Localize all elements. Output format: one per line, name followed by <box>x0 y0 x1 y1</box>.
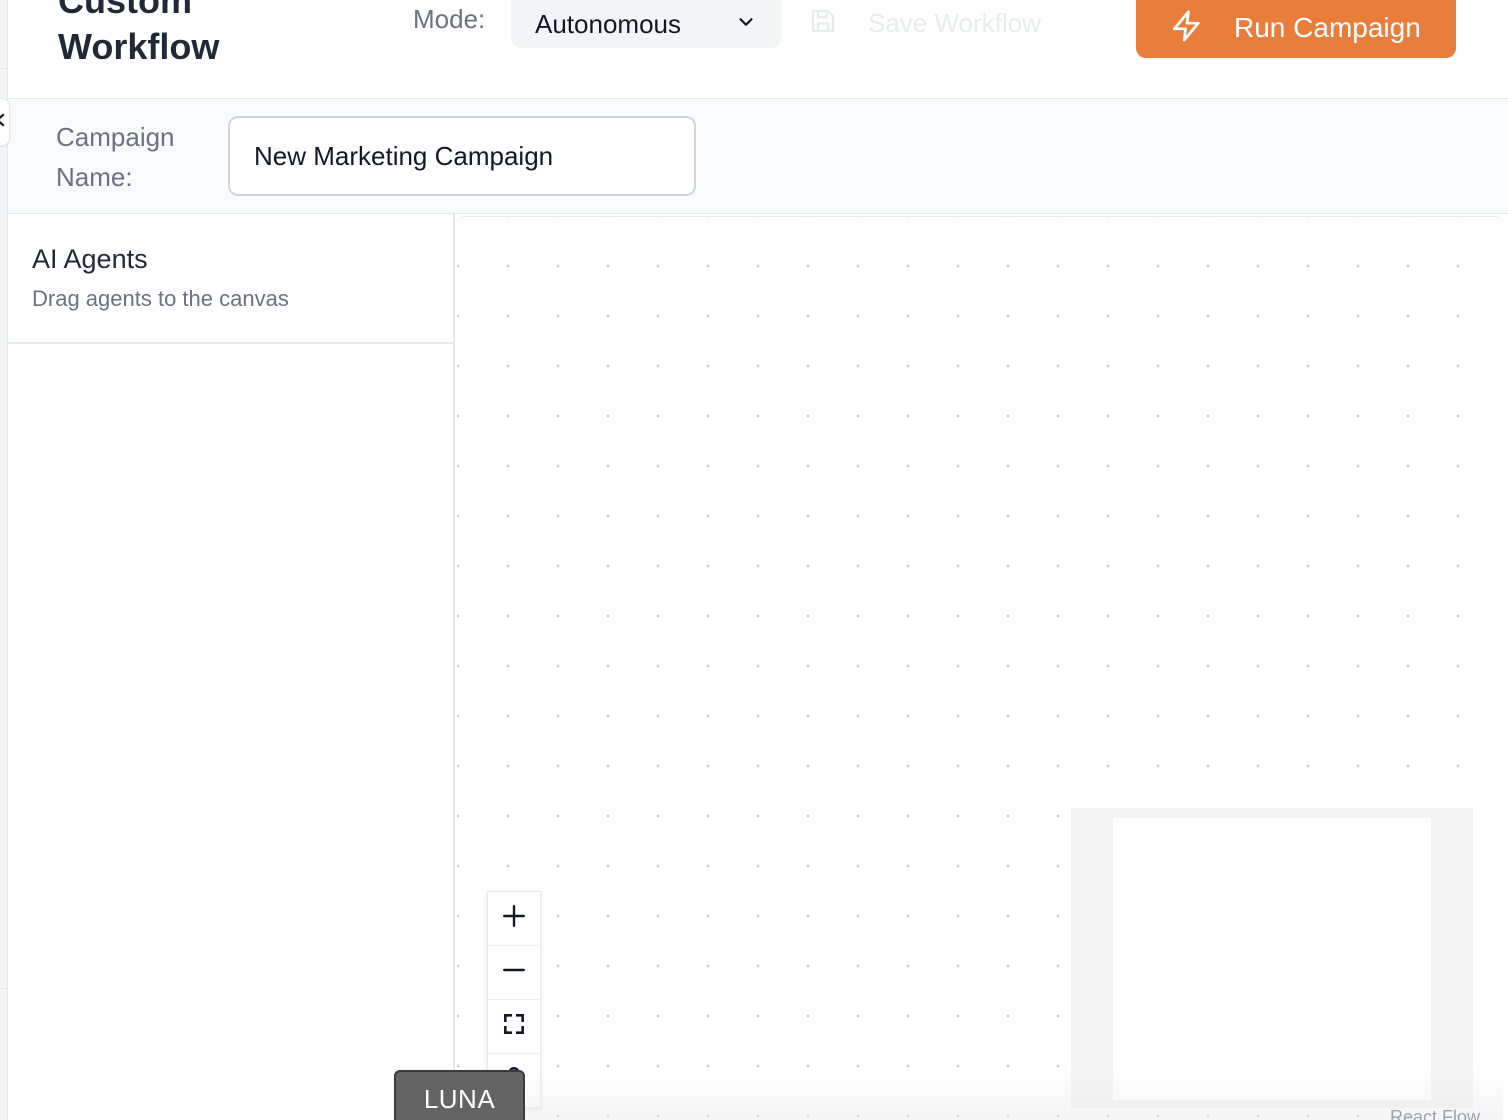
chevron-left-icon <box>0 112 6 133</box>
agents-sidebar: AI Agents Drag agents to the canvas <box>8 214 455 1120</box>
chevron-down-icon <box>735 11 757 38</box>
save-icon <box>808 6 838 41</box>
run-campaign-button[interactable]: Run Campaign <box>1136 0 1456 58</box>
workflow-header: Custom Workflow Mode: Autonomous Save Wo… <box>8 0 1508 99</box>
luna-tag[interactable]: LUNA <box>394 1070 525 1120</box>
mode-label: Mode: <box>413 4 486 34</box>
fit-view-button[interactable] <box>488 1000 540 1054</box>
save-workflow-label: Save Workflow <box>868 7 1041 38</box>
mode-value: Autonomous <box>535 8 681 39</box>
campaign-name-input[interactable] <box>228 116 696 196</box>
zoom-in-button[interactable] <box>488 892 540 946</box>
run-campaign-label: Run Campaign <box>1234 12 1421 43</box>
app-window: Custom Workflow Mode: Autonomous Save Wo… <box>0 0 1508 1120</box>
page-title: Custom Workflow <box>58 0 220 67</box>
sidebar-subtitle: Drag agents to the canvas <box>32 286 289 311</box>
outer-nav-edge <box>0 0 8 1120</box>
collapse-sidebar-button[interactable] <box>0 98 10 146</box>
zoom-in-icon <box>501 903 527 934</box>
fit-view-icon <box>501 1011 527 1042</box>
campaign-bar: Campaign Name: <box>8 99 1508 214</box>
zoom-out-icon <box>501 957 527 988</box>
minimap[interactable] <box>1071 808 1473 1108</box>
sidebar-title: AI Agents <box>32 244 148 274</box>
campaign-name-label: Campaign Name: <box>56 122 175 192</box>
lightning-icon <box>1170 9 1204 48</box>
workflow-canvas[interactable]: React Flow <box>457 216 1503 1120</box>
zoom-out-button[interactable] <box>488 946 540 1000</box>
minimap-viewport <box>1113 818 1431 1100</box>
react-flow-attribution[interactable]: React Flow <box>1390 1107 1480 1120</box>
save-workflow-button[interactable]: Save Workflow <box>808 0 1041 46</box>
mode-select[interactable]: Autonomous <box>511 0 781 48</box>
sidebar-header: AI Agents Drag agents to the canvas <box>8 214 453 344</box>
